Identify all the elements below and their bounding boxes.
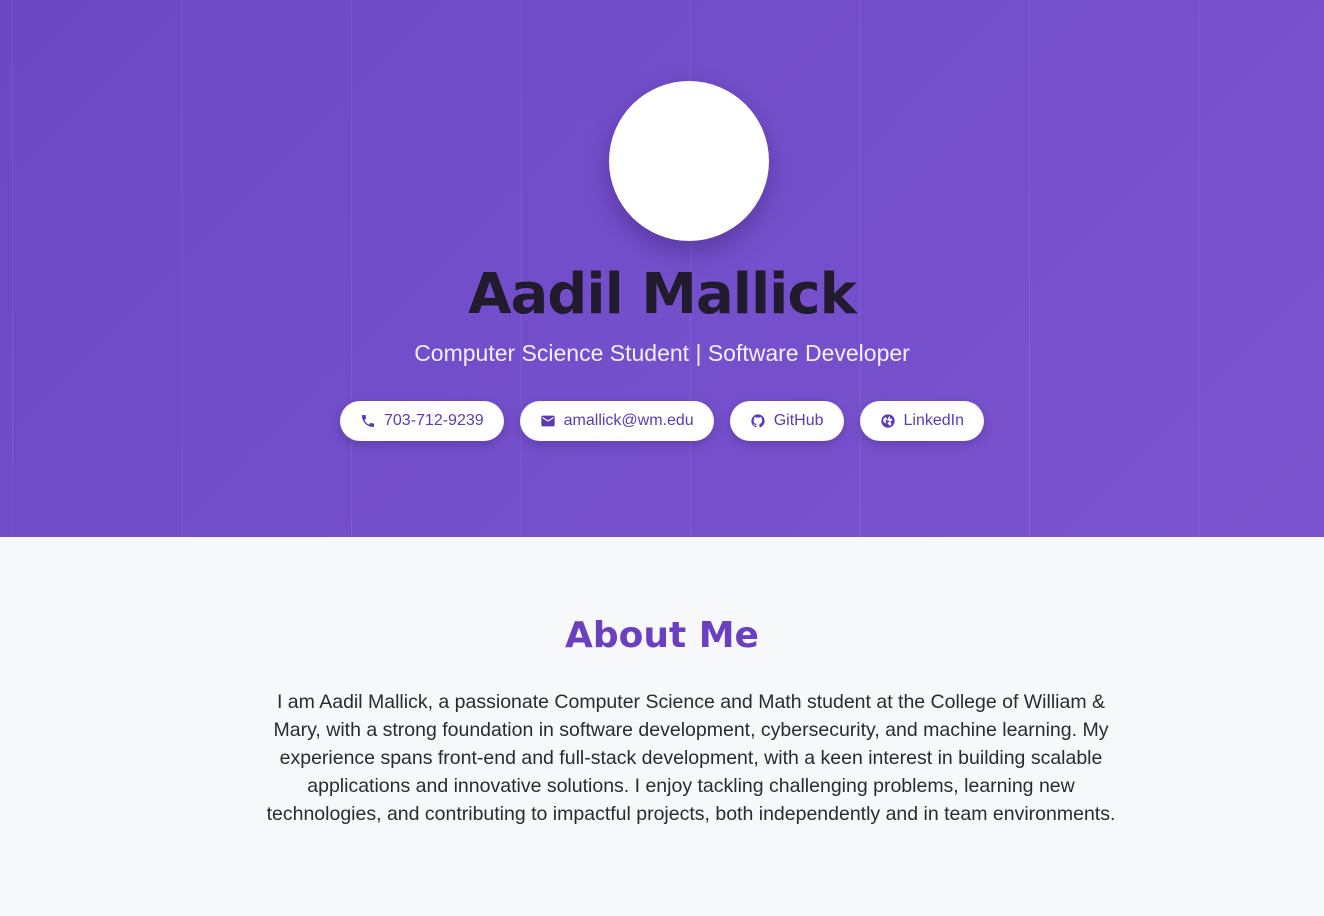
linkedin-link[interactable]: LinkedIn: [859, 401, 984, 441]
about-title: About Me: [565, 615, 759, 656]
email-link[interactable]: amallick@wm.edu: [519, 401, 714, 441]
linkedin-label: LinkedIn: [903, 412, 965, 429]
about-section: About Me I am Aadil Mallick, a passionat…: [0, 537, 1324, 916]
profile-name: Aadil Mallick: [468, 262, 857, 327]
email-label: amallick@wm.edu: [563, 412, 694, 429]
globe-icon: [880, 413, 896, 429]
mail-icon: [540, 413, 556, 429]
about-text: I am Aadil Mallick, a passionate Compute…: [266, 691, 1116, 825]
profile-subtitle: Computer Science Student | Software Deve…: [414, 340, 910, 366]
avatar: [609, 81, 769, 241]
phone-link[interactable]: 703-712-9239: [340, 401, 504, 441]
phone-label: 703-712-9239: [384, 412, 484, 429]
hero-section: Aadil Mallick Computer Science Student |…: [0, 0, 1324, 537]
github-link[interactable]: GitHub: [729, 401, 844, 441]
github-icon: [750, 413, 766, 429]
contact-links: 703-712-9239 amallick@wm.edu GitHub Link…: [0, 401, 1324, 441]
phone-icon: [360, 413, 376, 429]
github-label: GitHub: [773, 412, 824, 429]
